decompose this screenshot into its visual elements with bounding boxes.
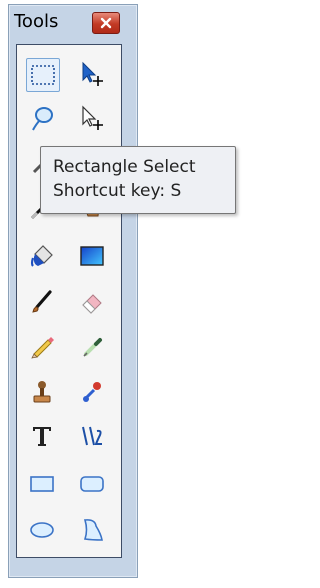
line-curve-icon <box>82 426 102 446</box>
lasso-select-tool[interactable] <box>26 102 58 134</box>
move-selection-tool[interactable] <box>76 102 108 134</box>
tooltip-shortcut: Shortcut key: S <box>53 181 182 201</box>
pencil-icon <box>31 337 54 359</box>
text-icon <box>33 427 51 446</box>
line-curve-tool[interactable] <box>76 420 108 452</box>
paintbrush-icon <box>32 290 52 313</box>
recolor-icon <box>83 382 101 402</box>
lasso-icon <box>32 107 53 131</box>
tooltip: Rectangle Select Shortcut key: S <box>40 146 236 214</box>
move-selection-icon <box>82 105 103 130</box>
rounded-rectangle-icon <box>80 476 104 492</box>
rectangle-select-icon <box>31 65 55 85</box>
ellipse-icon <box>30 522 54 538</box>
ellipse-tool[interactable] <box>26 514 58 546</box>
window-title: Tools <box>14 11 59 32</box>
paint-bucket-icon <box>30 245 53 267</box>
tooltip-title: Rectangle Select <box>53 157 196 177</box>
close-icon <box>100 17 112 29</box>
recolor-tool[interactable] <box>76 376 108 408</box>
freeform-shape-tool[interactable] <box>76 514 108 546</box>
pencil-tool[interactable] <box>26 330 58 362</box>
freeform-shape-icon <box>83 519 103 541</box>
eraser-icon <box>82 294 102 314</box>
rectangle-tool[interactable] <box>26 468 58 500</box>
text-tool[interactable] <box>26 420 58 452</box>
clone-stamp-icon <box>33 381 51 403</box>
rectangle-select-tool[interactable] <box>26 58 60 92</box>
gradient-tool[interactable] <box>76 240 108 272</box>
color-picker-tool[interactable] <box>76 330 108 362</box>
eraser-tool[interactable] <box>76 286 108 318</box>
gradient-icon <box>80 246 104 266</box>
move-pixels-icon <box>82 61 103 86</box>
paint-bucket-tool[interactable] <box>26 240 58 272</box>
color-picker-icon <box>83 338 102 357</box>
rounded-rectangle-tool[interactable] <box>76 468 108 500</box>
clone-stamp-tool[interactable] <box>26 376 58 408</box>
move-selected-pixels-tool[interactable] <box>76 58 108 90</box>
rectangle-icon <box>30 476 54 492</box>
paintbrush-tool[interactable] <box>26 286 58 318</box>
close-button[interactable] <box>92 12 120 34</box>
background <box>138 0 240 588</box>
